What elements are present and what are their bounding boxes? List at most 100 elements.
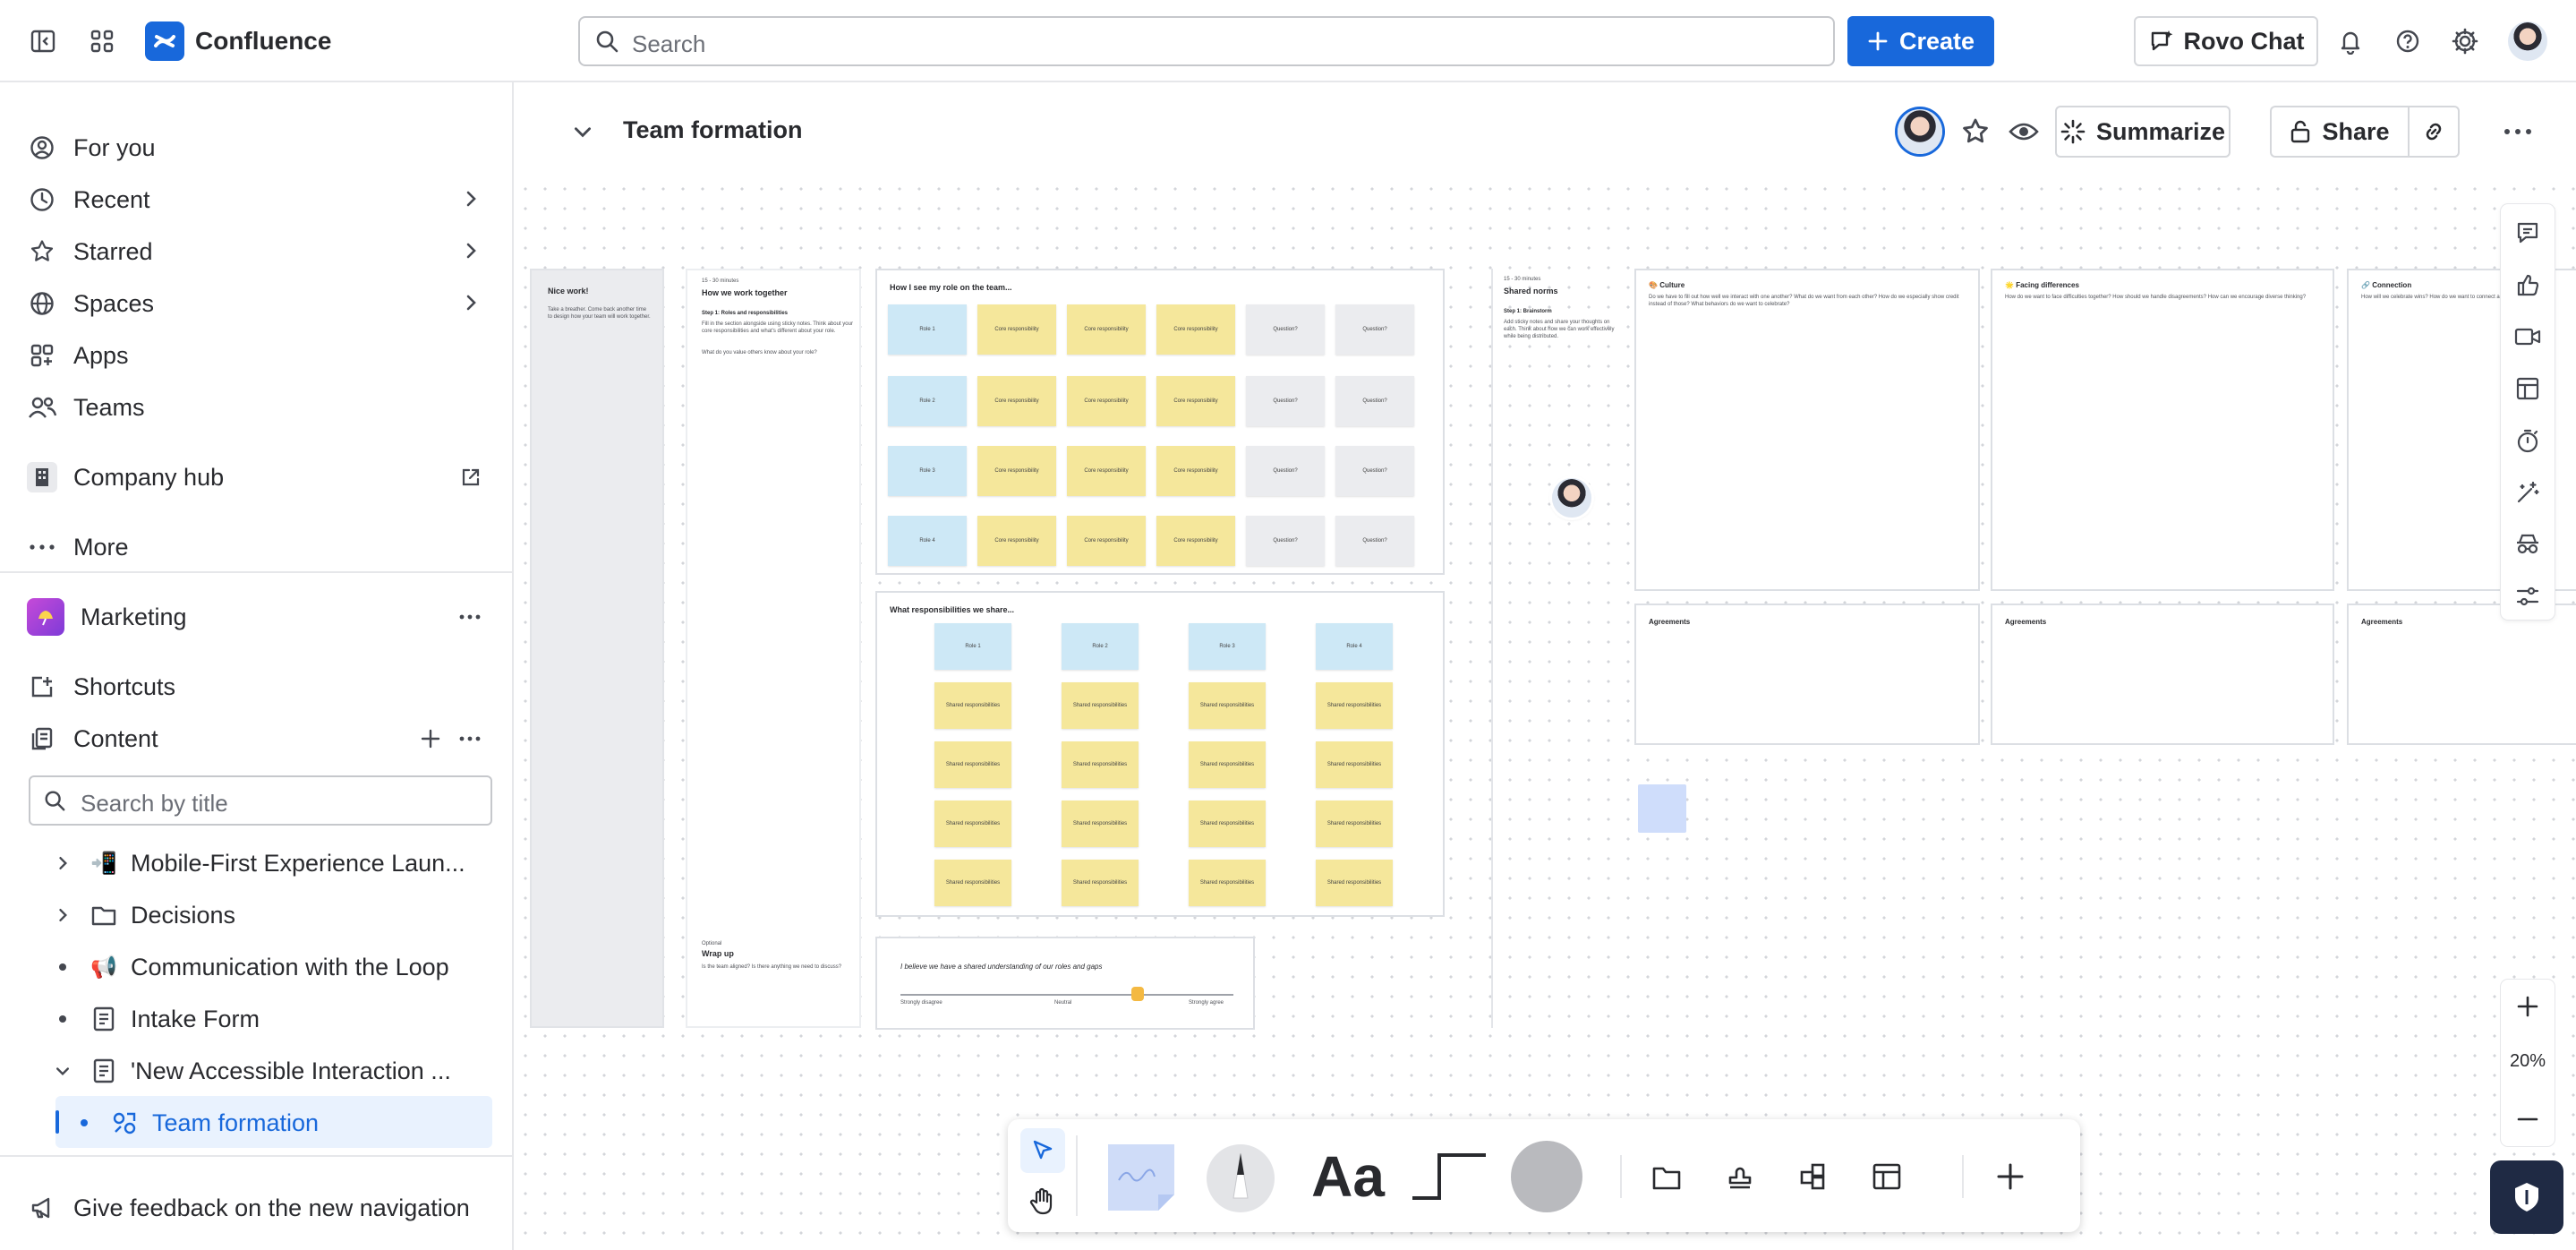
role-sticky-note[interactable]: Role 2 (888, 376, 967, 426)
culture-frame[interactable]: 🎨 Culture Do we have to fill out how wel… (1634, 269, 1980, 591)
shared-responsibility-sticky[interactable]: Shared responsibilities (934, 741, 1011, 788)
shared-responsibility-sticky[interactable]: Shared responsibilities (1189, 860, 1266, 906)
collaborator-cursor-avatar[interactable] (1552, 478, 1591, 518)
shared-role-sticky[interactable]: Role 1 (934, 623, 1011, 670)
app-name[interactable]: Confluence (195, 27, 331, 56)
selected-sticky-note[interactable] (1638, 784, 1686, 833)
help-icon[interactable] (2386, 20, 2429, 63)
section-tool[interactable] (1649, 1159, 1685, 1194)
nav-teams[interactable]: Teams (27, 385, 492, 430)
app-switcher-icon[interactable] (81, 20, 124, 63)
core-responsibility-sticky[interactable]: Core responsibility (1067, 304, 1146, 355)
core-responsibility-sticky[interactable]: Core responsibility (1156, 446, 1235, 496)
shared-responsibility-sticky[interactable]: Shared responsibilities (1316, 741, 1393, 788)
tree-item-decisions[interactable]: Decisions (52, 892, 494, 938)
nice-work-frame[interactable]: Nice work! Take a breather. Come back an… (530, 269, 664, 1028)
nav-for-you[interactable]: For you (27, 125, 492, 170)
question-sticky[interactable]: Question? (1335, 304, 1414, 355)
core-responsibility-sticky[interactable]: Core responsibility (977, 516, 1056, 566)
chevron-right-icon[interactable] (460, 240, 482, 261)
shared-responsibility-sticky[interactable]: Shared responsibilities (1189, 801, 1266, 847)
shared-responsibility-sticky[interactable]: Shared responsibilities (934, 682, 1011, 729)
role-sticky-note[interactable]: Role 4 (888, 516, 967, 566)
shared-role-sticky[interactable]: Role 4 (1316, 623, 1393, 670)
star-icon[interactable] (1960, 116, 1991, 147)
question-sticky[interactable]: Question? (1335, 516, 1414, 566)
shape-tool[interactable] (1509, 1139, 1584, 1214)
timer-icon[interactable] (2513, 426, 2542, 455)
zoom-level[interactable]: 20% (2501, 1051, 2555, 1072)
share-button[interactable]: Share (2270, 106, 2408, 158)
agreements-frame-culture[interactable]: Agreements (1634, 604, 1980, 745)
pen-tool[interactable] (1203, 1139, 1278, 1214)
core-responsibility-sticky[interactable]: Core responsibility (1067, 446, 1146, 496)
confluence-logo-icon[interactable] (145, 21, 184, 61)
copy-link-button[interactable] (2408, 106, 2460, 158)
nav-starred[interactable]: Starred (27, 229, 492, 274)
chevron-right-icon[interactable] (52, 904, 73, 926)
shared-responsibility-sticky[interactable]: Shared responsibilities (1062, 801, 1139, 847)
shared-responsibility-sticky[interactable]: Shared responsibilities (934, 801, 1011, 847)
apps-integrations-tool[interactable] (1796, 1159, 1831, 1194)
agreements-frame-connection[interactable]: Agreements (2347, 604, 2576, 745)
video-camera-icon[interactable] (2513, 322, 2542, 351)
core-responsibility-sticky[interactable]: Core responsibility (977, 376, 1056, 426)
watch-eye-icon[interactable] (2009, 118, 2039, 145)
nav-apps[interactable]: Apps (27, 333, 492, 378)
core-responsibility-sticky[interactable]: Core responsibility (977, 304, 1056, 355)
content-more-icon[interactable] (458, 728, 482, 749)
chevron-right-icon[interactable] (460, 292, 482, 313)
create-button[interactable]: Create (1847, 16, 1994, 66)
zoom-in-icon[interactable] (2515, 994, 2540, 1019)
role-sticky-note[interactable]: Role 3 (888, 446, 967, 496)
user-avatar[interactable] (2508, 21, 2547, 61)
comments-icon[interactable] (2513, 218, 2542, 247)
summarize-button[interactable]: Summarize (2055, 106, 2231, 158)
question-sticky[interactable]: Question? (1246, 376, 1325, 426)
reactions-thumbs-up-icon[interactable] (2513, 270, 2542, 299)
shared-responsibility-sticky[interactable]: Shared responsibilities (1189, 682, 1266, 729)
shared-responsibility-sticky[interactable]: Shared responsibilities (1062, 860, 1139, 906)
collaborator-avatar[interactable] (1898, 109, 1942, 154)
shared-responsibility-sticky[interactable]: Shared responsibilities (1062, 682, 1139, 729)
templates-icon[interactable] (2513, 374, 2542, 403)
adjustments-icon[interactable] (2513, 582, 2542, 611)
sticky-note-tool[interactable] (1103, 1137, 1180, 1214)
zoom-out-icon[interactable] (2515, 1107, 2540, 1132)
page-title[interactable]: Team formation (623, 116, 803, 144)
shared-responsibility-sticky[interactable]: Shared responsibilities (1316, 860, 1393, 906)
give-feedback-link[interactable]: Give feedback on the new navigation (27, 1186, 492, 1230)
shared-responsibility-sticky[interactable]: Shared responsibilities (934, 860, 1011, 906)
wrap-up-scale-frame[interactable]: I believe we have a shared understanding… (875, 937, 1255, 1030)
tree-item-intake-form[interactable]: Intake Form (52, 996, 494, 1042)
tree-item-team-formation[interactable]: Team formation (75, 1100, 492, 1146)
sidebar-toggle-icon[interactable] (21, 20, 64, 63)
connector-line-tool[interactable] (1409, 1141, 1489, 1212)
search-by-title-input[interactable]: Search by title (29, 775, 492, 826)
nav-more[interactable]: More (27, 525, 492, 569)
core-responsibility-sticky[interactable]: Core responsibility (1156, 304, 1235, 355)
question-sticky[interactable]: Question? (1246, 446, 1325, 496)
select-tool[interactable] (1020, 1128, 1065, 1173)
collapse-chevron-down-icon[interactable] (571, 120, 594, 143)
rovo-chat-button[interactable]: Rovo Chat (2134, 16, 2318, 66)
question-sticky[interactable]: Question? (1246, 516, 1325, 566)
magic-wand-icon[interactable] (2513, 478, 2542, 507)
thumbs-up-marker[interactable] (1131, 987, 1144, 1001)
shared-responsibility-sticky[interactable]: Shared responsibilities (1189, 741, 1266, 788)
tree-item-mobile-first[interactable]: 📲 Mobile-First Experience Laun... (52, 840, 494, 886)
hand-pan-tool[interactable] (1020, 1178, 1065, 1223)
role-sticky-note[interactable]: Role 1 (888, 304, 967, 355)
space-marketing[interactable]: Marketing (27, 595, 492, 639)
question-sticky[interactable]: Question? (1246, 304, 1325, 355)
shared-responsibility-sticky[interactable]: Shared responsibilities (1316, 801, 1393, 847)
notifications-bell-icon[interactable] (2329, 20, 2372, 63)
shared-responsibility-sticky[interactable]: Shared responsibilities (1316, 682, 1393, 729)
how-we-work-frame[interactable]: 15 - 30 minutes How we work together Ste… (686, 269, 861, 1028)
more-actions-icon[interactable] (2503, 124, 2533, 140)
core-responsibility-sticky[interactable]: Core responsibility (1156, 516, 1235, 566)
question-sticky[interactable]: Question? (1335, 376, 1414, 426)
question-sticky[interactable]: Question? (1335, 446, 1414, 496)
space-more-icon[interactable] (458, 606, 482, 628)
core-responsibility-sticky[interactable]: Core responsibility (1156, 376, 1235, 426)
